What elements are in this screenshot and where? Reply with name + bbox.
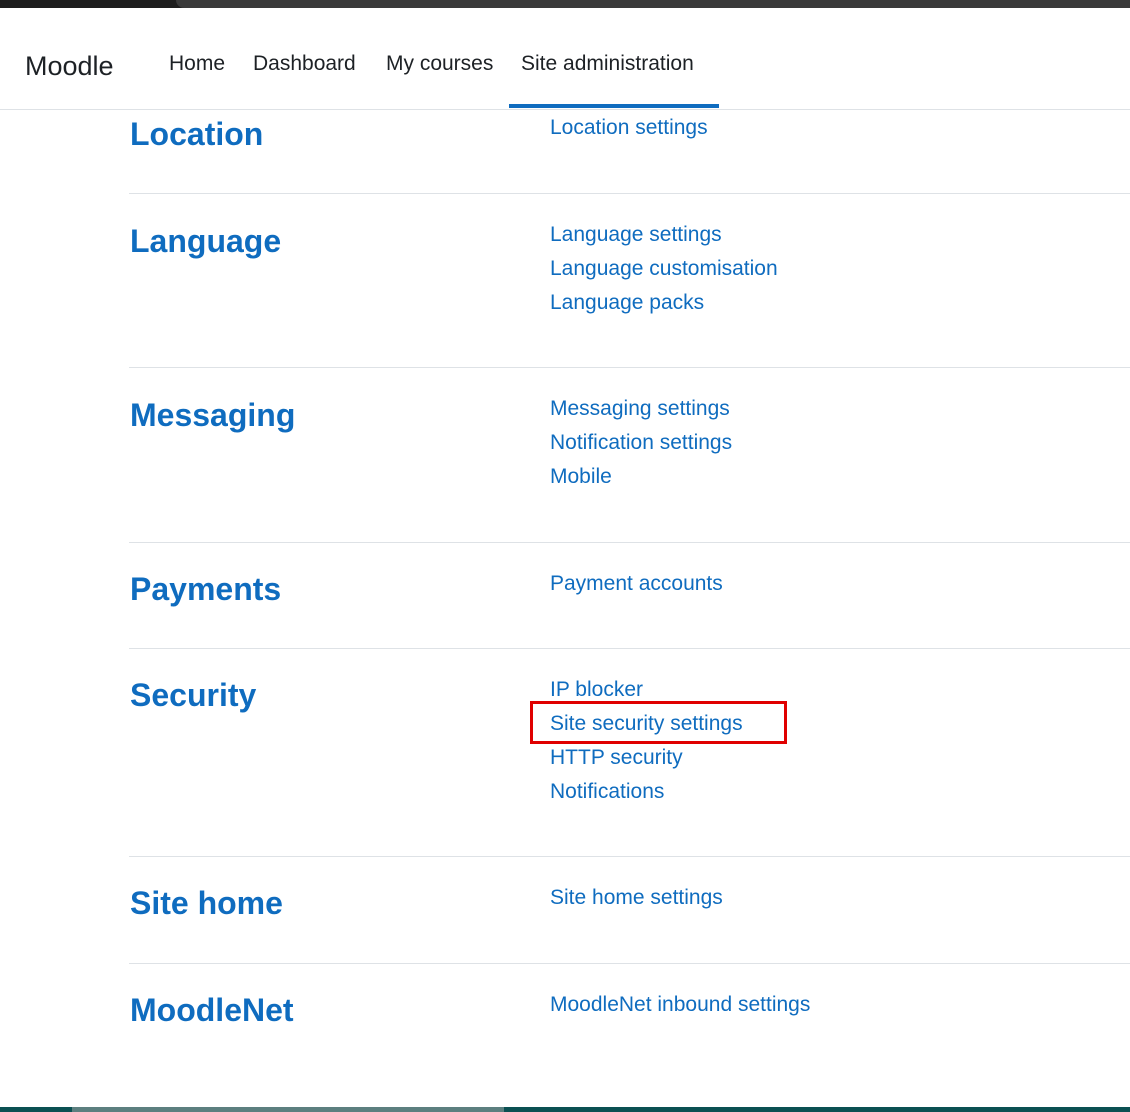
link-payment-accounts[interactable]: Payment accounts [550,567,723,601]
link-language-customisation[interactable]: Language customisation [550,252,778,286]
section-title-moodlenet[interactable]: MoodleNet [130,990,294,1030]
link-location-settings[interactable]: Location settings [550,111,708,145]
link-site-home-settings[interactable]: Site home settings [550,881,723,915]
taskbar-active-segment [72,1107,504,1112]
section-payments: Payments Payment accounts [129,543,1130,649]
link-language-packs[interactable]: Language packs [550,286,778,320]
link-notifications[interactable]: Notifications [550,775,743,809]
browser-active-tab [176,0,1130,8]
section-title-payments[interactable]: Payments [130,569,281,609]
section-moodlenet: MoodleNet MoodleNet inbound settings [129,964,1130,1104]
section-title-security[interactable]: Security [130,675,256,715]
section-links-location: Location settings [550,111,708,145]
link-messaging-settings[interactable]: Messaging settings [550,392,732,426]
site-brand[interactable]: Moodle [25,48,114,84]
section-links-site-home: Site home settings [550,881,723,915]
nav-home[interactable]: Home [169,50,225,78]
nav-dashboard[interactable]: Dashboard [253,50,356,78]
section-title-language[interactable]: Language [130,221,281,261]
section-links-language: Language settings Language customisation… [550,218,778,320]
link-mobile[interactable]: Mobile [550,460,732,494]
section-site-home: Site home Site home settings [129,857,1130,964]
link-language-settings[interactable]: Language settings [550,218,778,252]
primary-navbar: Moodle Home Dashboard My courses Site ad… [0,20,1130,110]
section-links-messaging: Messaging settings Notification settings… [550,392,732,494]
nav-my-courses[interactable]: My courses [386,50,493,78]
active-nav-indicator [509,104,719,108]
section-messaging: Messaging Messaging settings Notificatio… [129,368,1130,543]
nav-site-administration[interactable]: Site administration [521,50,694,78]
section-location: Location Location settings [129,110,1130,194]
section-title-messaging[interactable]: Messaging [130,395,295,435]
browser-viewport-edge [0,8,1130,20]
link-notification-settings[interactable]: Notification settings [550,426,732,460]
highlight-annotation-box [530,701,787,744]
section-language: Language Language settings Language cust… [129,194,1130,368]
section-links-moodlenet: MoodleNet inbound settings [550,988,810,1022]
section-title-location[interactable]: Location [130,114,263,154]
section-links-payments: Payment accounts [550,567,723,601]
section-security: Security IP blocker Site security settin… [129,649,1130,857]
section-title-site-home[interactable]: Site home [130,883,283,923]
browser-chrome [0,0,1130,20]
link-moodlenet-inbound-settings[interactable]: MoodleNet inbound settings [550,988,810,1022]
link-http-security[interactable]: HTTP security [550,741,743,775]
